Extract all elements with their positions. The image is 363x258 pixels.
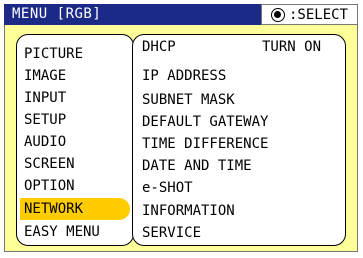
select-hint-label: :SELECT — [288, 6, 348, 23]
menu-item-option[interactable]: OPTION — [24, 175, 75, 197]
submenu-item-dhcp[interactable]: DHCP — [142, 36, 176, 58]
menu-item-network[interactable]: NETWORK — [20, 198, 130, 220]
menu-title: MENU [RGB] — [4, 4, 261, 25]
submenu-item-ip-address[interactable]: IP ADDRESS — [142, 65, 226, 87]
submenu-item-subnet-mask[interactable]: SUBNET MASK — [142, 89, 235, 111]
menu-item-picture[interactable]: PICTURE — [24, 43, 83, 65]
submenu-item-e-shot[interactable]: e-SHOT — [142, 177, 193, 199]
submenu-item-service[interactable]: SERVICE — [142, 222, 201, 244]
dhcp-value: TURN ON — [262, 39, 322, 55]
select-button-icon — [270, 7, 285, 22]
menu-item-setup[interactable]: SETUP — [24, 109, 66, 131]
select-hint: :SELECT — [261, 4, 358, 25]
submenu-item-information[interactable]: INFORMATION — [142, 200, 235, 222]
submenu-item-time-difference[interactable]: TIME DIFFERENCE — [142, 133, 268, 155]
menu-item-input[interactable]: INPUT — [24, 87, 66, 109]
menu-item-image[interactable]: IMAGE — [24, 65, 66, 87]
submenu-item-default-gateway[interactable]: DEFAULT GATEWAY — [142, 111, 268, 133]
menu-item-audio[interactable]: AUDIO — [24, 131, 66, 153]
menu-item-screen[interactable]: SCREEN — [24, 153, 75, 175]
menu-item-easy-menu[interactable]: EASY MENU — [24, 221, 100, 243]
submenu-item-date-and-time[interactable]: DATE AND TIME — [142, 155, 252, 177]
